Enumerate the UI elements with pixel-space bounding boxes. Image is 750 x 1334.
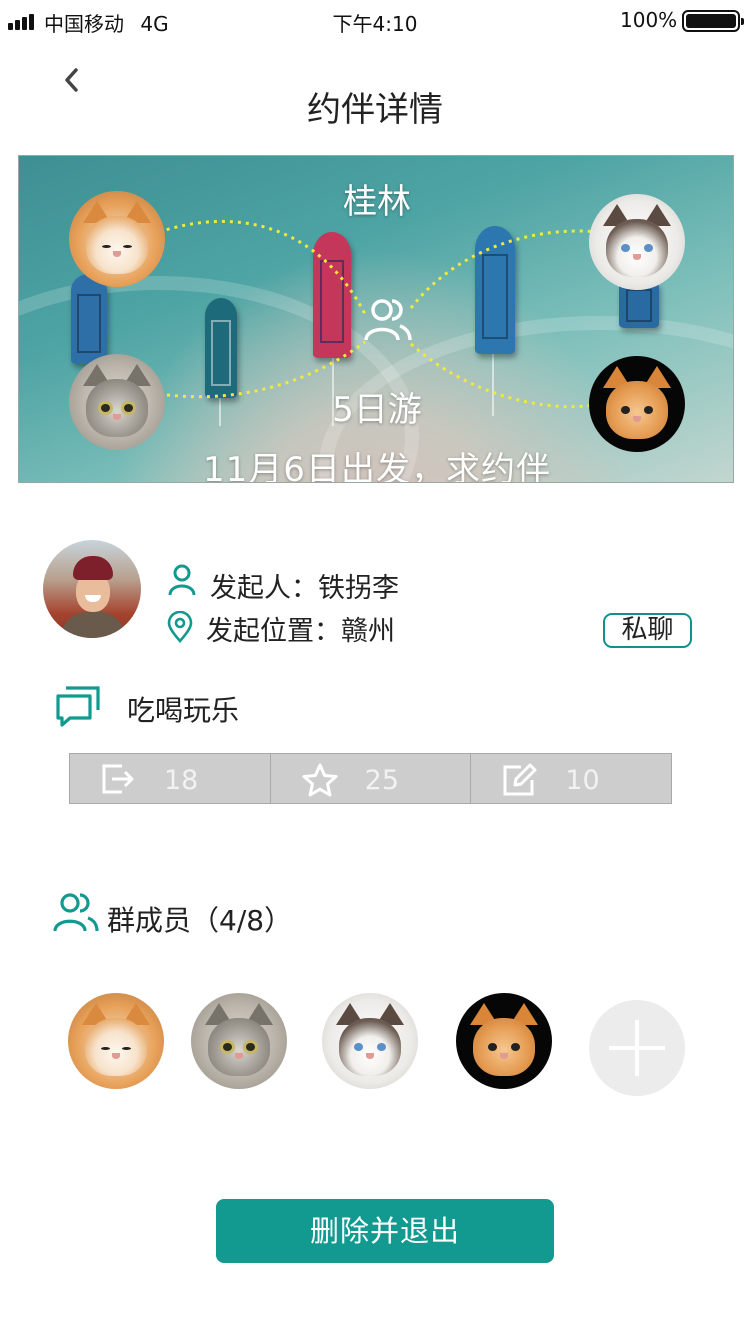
banner-subtitle: 11月6日出发，求约伴 <box>203 450 551 483</box>
member-avatar[interactable] <box>322 993 418 1089</box>
initiator-name-row: 发起人：铁拐李 <box>210 566 399 605</box>
group-icon <box>53 893 99 932</box>
page-title: 约伴详情 <box>307 90 443 130</box>
initiator-location-label: 发起位置： <box>206 616 341 647</box>
member-avatar[interactable] <box>456 993 552 1089</box>
add-member-button[interactable] <box>589 1000 685 1096</box>
group-icon <box>364 299 412 341</box>
member-avatar[interactable] <box>68 993 164 1089</box>
category-label: 吃喝玩乐 <box>127 694 240 727</box>
initiator-avatar[interactable] <box>43 540 141 638</box>
person-icon <box>168 564 196 596</box>
comment-count: 10 <box>565 765 600 796</box>
members-title: 群成员（4/8） <box>107 904 293 937</box>
edit-icon <box>503 763 537 796</box>
share-icon <box>102 764 134 794</box>
location-pin-icon <box>167 611 193 643</box>
favorite-count: 25 <box>364 765 400 796</box>
battery-icon <box>682 10 744 32</box>
battery-percent: 100% <box>620 8 678 32</box>
status-bar: 中国移动 4G 下午4:10 100% <box>0 0 750 40</box>
initiator-name: 铁拐李 <box>318 573 399 604</box>
member-avatar[interactable] <box>191 993 287 1089</box>
private-chat-button[interactable]: 私聊 <box>603 613 692 648</box>
share-stat[interactable]: 18 <box>70 754 271 803</box>
initiator-location: 赣州 <box>341 616 395 647</box>
star-icon <box>302 763 338 797</box>
favorite-stat[interactable]: 25 <box>271 754 472 803</box>
banner-city: 桂林 <box>343 182 411 222</box>
chat-bubbles-icon <box>56 686 100 727</box>
banner-duration: 5日游 <box>332 390 422 430</box>
share-count: 18 <box>164 765 199 796</box>
delete-and-exit-button[interactable]: 删除并退出 <box>216 1199 554 1263</box>
initiator-location-row: 发起位置：赣州 <box>206 609 395 648</box>
initiator-name-label: 发起人： <box>210 573 318 604</box>
stats-bar: 18 25 10 <box>69 753 672 804</box>
comment-stat[interactable]: 10 <box>471 754 671 803</box>
trip-banner: 桂林 5日游 11月6日出发，求约伴 <box>18 155 734 483</box>
